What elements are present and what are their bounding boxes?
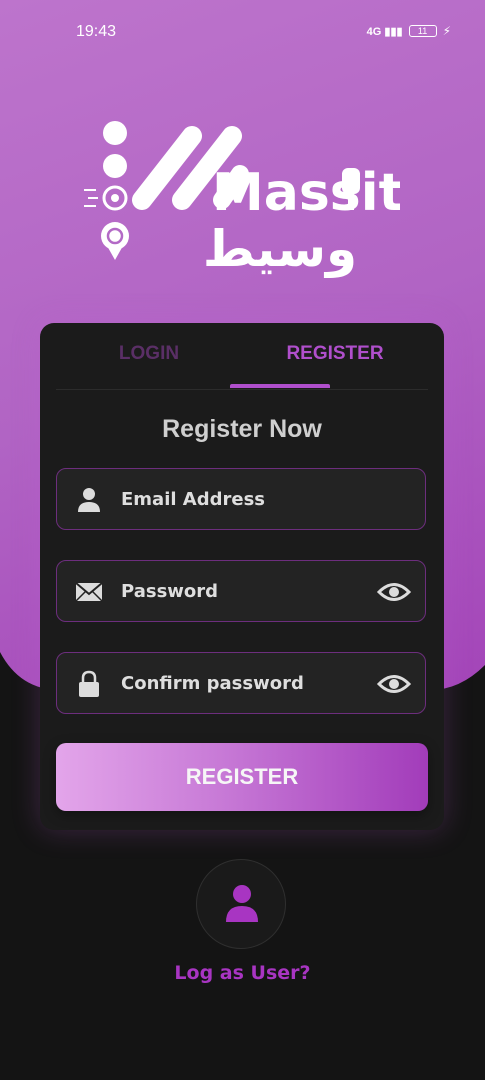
system-icons: 4G ▮▮▮ 11 ⚡ [367,24,451,38]
person-icon [78,488,100,512]
battery-level: 11 [417,26,428,36]
email-field[interactable]: Email Address [56,468,426,530]
tab-login[interactable]: LOGIN [56,343,242,365]
status-time: 19:43 [76,23,117,40]
user-avatar-button[interactable] [196,859,286,949]
status-bar: 19:43 4G ▮▮▮ 11 ⚡ [0,0,485,64]
logo-arabic-text: وسيط [203,220,357,278]
password-field-label: Password [121,581,219,602]
email-field-label: Email Address [121,489,266,510]
form-heading: Register Now [162,415,322,443]
register-button[interactable]: REGISTER [56,743,428,811]
password-field[interactable]: Password [56,560,426,622]
lock-icon [79,670,99,697]
register-card: LOGIN REGISTER Register Now Email Addres… [40,323,444,830]
wassit-logo: Massit وسيط [84,121,400,278]
auth-tabs: LOGIN REGISTER [56,323,428,390]
user-icon [226,885,258,922]
battery-icon: 11 [408,25,437,37]
log-as-user-link[interactable]: Log as User? [0,962,485,984]
charging-icon: ⚡ [442,24,451,38]
register-button-label: REGISTER [185,764,299,789]
eye-icon[interactable] [377,671,411,697]
tab-register[interactable]: REGISTER [242,343,428,365]
logo-brand-text: Massit [212,163,400,223]
active-tab-indicator [230,384,330,388]
envelope-icon [75,582,103,602]
signal-icon: 4G ▮▮▮ [366,25,403,38]
confirm-password-field[interactable]: Confirm password [56,652,426,714]
network-type: 4G [366,25,382,38]
eye-icon[interactable] [377,579,411,605]
confirm-password-field-label: Confirm password [121,673,304,694]
